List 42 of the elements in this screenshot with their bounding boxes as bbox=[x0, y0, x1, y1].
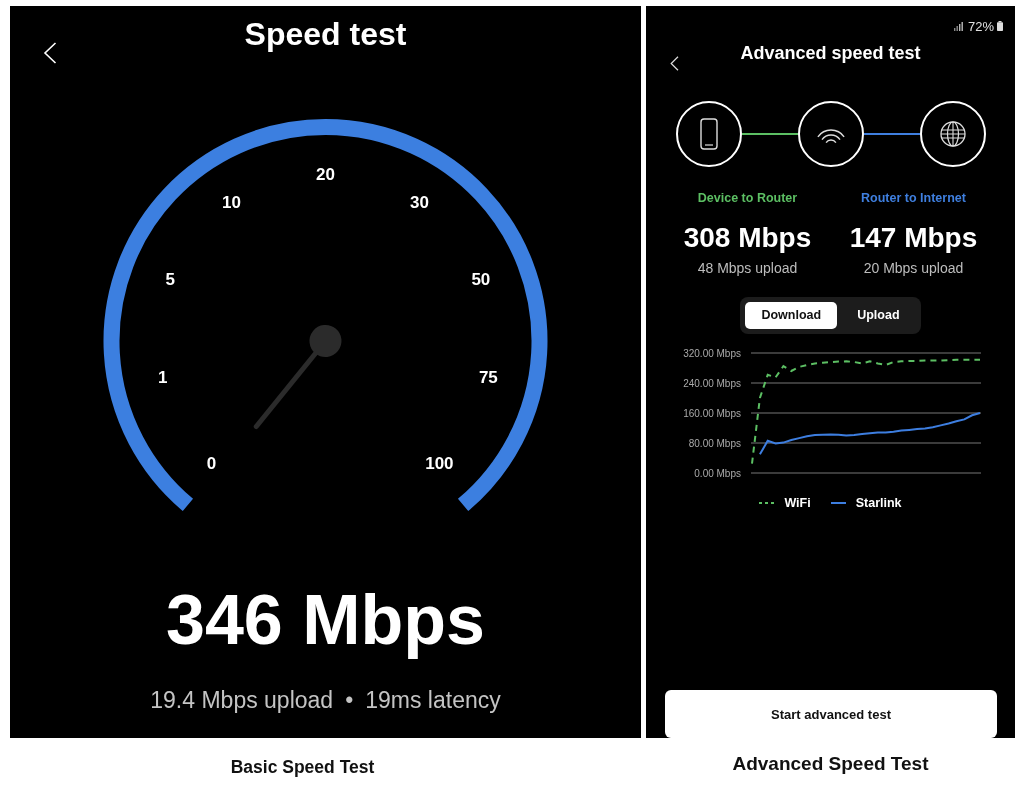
gauge-scale-label: 50 bbox=[471, 270, 491, 290]
link-label: Router to Internet bbox=[861, 190, 966, 206]
battery-percentage: 72% bbox=[967, 18, 994, 34]
figure-caption: Advanced Speed Test bbox=[732, 753, 929, 774]
screen-title: Speed test bbox=[244, 15, 407, 54]
upload-speed: 48 Mbps upload bbox=[697, 259, 798, 277]
signal-icon bbox=[953, 21, 963, 31]
axis-label: 80.00 Mbps bbox=[688, 437, 741, 449]
tab[interactable]: Download bbox=[745, 302, 838, 329]
axis-label: 0.00 Mbps bbox=[694, 467, 741, 479]
download-speed: 147 Mbps bbox=[849, 222, 978, 254]
upload-speed: 19.4 Mbps upload bbox=[150, 686, 334, 715]
start-test-button[interactable]: Start advanced test bbox=[665, 690, 997, 738]
speed-reading: 346 Mbps bbox=[166, 580, 485, 660]
figure-caption: Basic Speed Test bbox=[230, 757, 375, 777]
gauge-scale-label: 30 bbox=[410, 193, 429, 213]
wifi-icon bbox=[797, 101, 864, 167]
upload-speed: 20 Mbps upload bbox=[863, 259, 964, 277]
gauge-scale-label: 75 bbox=[478, 368, 498, 388]
gauge-scale-label: 5 bbox=[165, 270, 175, 290]
link-label: Device to Router bbox=[697, 190, 798, 206]
battery-icon bbox=[997, 21, 1003, 31]
axis-label: 320.00 Mbps bbox=[683, 347, 741, 359]
gauge-scale-label: 10 bbox=[222, 193, 241, 213]
legend-label: Starlink bbox=[855, 495, 902, 512]
gauge-scale-label: 0 bbox=[206, 453, 217, 473]
globe-icon bbox=[919, 101, 986, 167]
bullet-separator: • bbox=[345, 686, 354, 715]
solid-line-icon bbox=[830, 502, 846, 504]
phone-icon bbox=[675, 101, 742, 167]
screen-title: Advanced speed test bbox=[740, 42, 921, 64]
gauge-scale-label: 20 bbox=[316, 164, 335, 184]
tab[interactable]: Upload bbox=[841, 302, 916, 329]
axis-label: 240.00 Mbps bbox=[683, 377, 741, 389]
gauge-scale-label: 100 bbox=[425, 453, 454, 473]
download-speed: 308 Mbps bbox=[683, 222, 812, 254]
back-icon[interactable] bbox=[670, 56, 679, 71]
gauge-scale-label: 1 bbox=[157, 368, 168, 388]
legend-label: WiFi bbox=[784, 495, 811, 512]
dashed-line-icon bbox=[759, 502, 775, 504]
latency-reading: 19ms latency bbox=[365, 686, 501, 715]
axis-label: 160.00 Mbps bbox=[683, 407, 741, 419]
